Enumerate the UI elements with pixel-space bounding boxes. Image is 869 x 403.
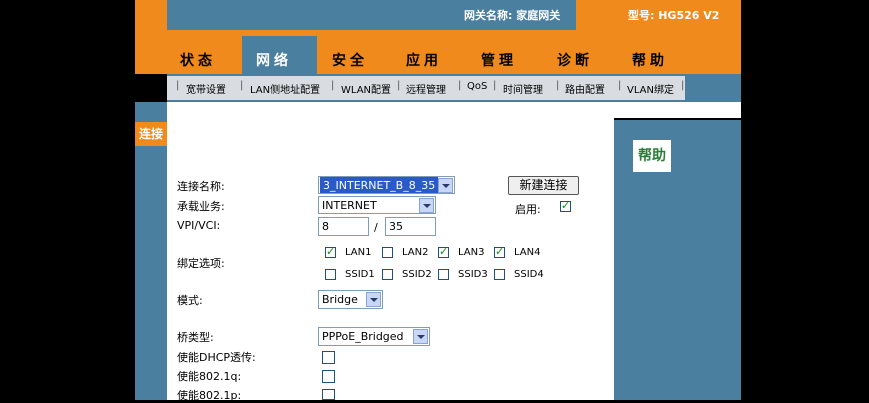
sub-separator: | xyxy=(397,80,401,91)
binding-options-label: 绑定选项: xyxy=(177,257,225,270)
service-select[interactable]: INTERNET xyxy=(318,196,436,214)
binding-ssid4-label: SSID4 xyxy=(514,269,544,280)
sub-separator: | xyxy=(458,80,462,91)
left-column xyxy=(135,102,167,400)
binding-lan1-label: LAN1 xyxy=(345,247,372,258)
binding-ssid1-label: SSID1 xyxy=(345,269,375,280)
sub-separator: | xyxy=(176,80,180,91)
sub-time[interactable]: 时间管理 xyxy=(503,81,543,96)
sub-separator: | xyxy=(681,80,685,91)
sub-vlan[interactable]: VLAN绑定 xyxy=(627,81,674,96)
chevron-down-icon xyxy=(419,198,434,213)
binding-lan1-checkbox[interactable] xyxy=(325,245,336,258)
vpi-vci-separator: / xyxy=(374,221,378,234)
binding-ssid1-checkbox[interactable] xyxy=(325,269,336,280)
dhcp-passthrough-checkbox[interactable] xyxy=(322,351,335,364)
dot1q-label: 使能802.1q: xyxy=(177,370,242,383)
vpi-input[interactable]: 8 xyxy=(318,217,369,236)
vpi-vci-label: VPI/VCI: xyxy=(177,219,221,232)
binding-lan2-label: LAN2 xyxy=(402,247,429,258)
chevron-down-icon xyxy=(366,292,381,307)
new-connection-button[interactable]: 新建连接 xyxy=(508,176,579,195)
dot1q-checkbox[interactable] xyxy=(322,370,335,383)
nav-application[interactable]: 应用 xyxy=(406,50,442,70)
bridge-type-value: PPPoE_Bridged xyxy=(322,330,404,343)
sub-separator: | xyxy=(240,80,244,91)
mode-select[interactable]: Bridge xyxy=(318,290,383,309)
dot1p-label: 使能802.1p: xyxy=(177,389,242,402)
enable-checkbox[interactable] xyxy=(560,199,571,212)
connection-name-select[interactable]: 3_INTERNET_B_8_35 xyxy=(318,176,455,194)
sub-qos[interactable]: QoS xyxy=(467,81,487,92)
sub-separator: | xyxy=(331,80,335,91)
nav-security[interactable]: 安全 xyxy=(332,50,368,70)
nav-help[interactable]: 帮助 xyxy=(632,50,668,70)
binding-lan3-label: LAN3 xyxy=(458,247,485,258)
binding-ssid2-label: SSID2 xyxy=(402,269,432,280)
gateway-name: 网关名称: 家庭网关 xyxy=(464,9,561,22)
nav-left-strip xyxy=(135,30,167,74)
binding-lan4-label: LAN4 xyxy=(514,247,541,258)
binding-ssid3-checkbox[interactable] xyxy=(438,269,449,280)
binding-lan3-checkbox[interactable] xyxy=(438,245,449,258)
help-title: 帮助 xyxy=(633,140,671,172)
connection-name-value: 3_INTERNET_B_8_35 xyxy=(320,177,439,193)
binding-ssid3-label: SSID3 xyxy=(458,269,488,280)
bridge-type-select[interactable]: PPPoE_Bridged xyxy=(318,327,430,346)
sub-separator: | xyxy=(493,80,497,91)
sub-routing[interactable]: 路由配置 xyxy=(565,81,605,96)
sub-broadband[interactable]: 宽带设置 xyxy=(186,81,226,96)
sub-separator: | xyxy=(556,80,560,91)
dhcp-passthrough-label: 使能DHCP透传: xyxy=(177,351,256,364)
nav-network[interactable]: 网络 xyxy=(256,50,292,70)
binding-lan2-checkbox[interactable] xyxy=(382,247,393,258)
header-left-block xyxy=(135,0,167,30)
nav-management[interactable]: 管理 xyxy=(481,50,517,70)
mode-label: 模式: xyxy=(177,294,203,307)
binding-lan4-checkbox[interactable] xyxy=(494,245,505,258)
bridge-type-label: 桥类型: xyxy=(177,331,214,344)
nav-diagnose[interactable]: 诊断 xyxy=(557,50,593,70)
chevron-down-icon xyxy=(438,178,453,193)
vci-input[interactable]: 35 xyxy=(385,217,436,236)
left-tab-connection[interactable]: 连接 xyxy=(135,122,167,146)
binding-ssid2-checkbox[interactable] xyxy=(382,269,393,280)
sub-wlan[interactable]: WLAN配置 xyxy=(341,81,391,96)
model-name: 型号: HG526 V2 xyxy=(628,9,720,22)
chevron-down-icon xyxy=(413,329,428,344)
sub-remote[interactable]: 远程管理 xyxy=(406,81,446,96)
sub-separator: | xyxy=(618,80,622,91)
dot1p-checkbox[interactable] xyxy=(322,389,335,400)
connection-name-label: 连接名称: xyxy=(177,180,225,193)
enable-label: 启用: xyxy=(515,203,541,216)
service-label: 承载业务: xyxy=(177,200,225,213)
binding-ssid4-checkbox[interactable] xyxy=(494,269,505,280)
service-value: INTERNET xyxy=(322,199,377,212)
mode-value: Bridge xyxy=(322,293,358,306)
sub-lan-address[interactable]: LAN侧地址配置 xyxy=(250,81,320,96)
content-top-gap xyxy=(167,102,741,118)
nav-status[interactable]: 状态 xyxy=(180,50,216,70)
